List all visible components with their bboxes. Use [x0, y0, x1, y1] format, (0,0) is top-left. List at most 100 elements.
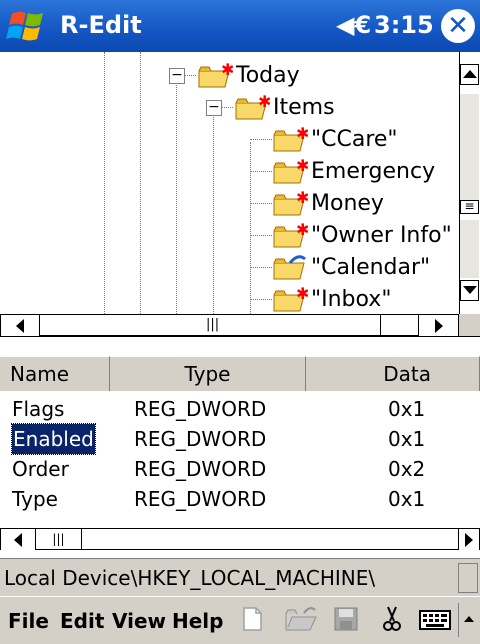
- arrow-right-icon: [465, 533, 473, 547]
- column-header-type[interactable]: Type: [110, 356, 306, 391]
- folder-icon: ✱: [235, 93, 270, 120]
- close-icon[interactable]: ✕: [441, 9, 475, 43]
- arrow-right-icon: [434, 319, 443, 333]
- tree-guide-line: [213, 114, 214, 314]
- value-list[interactable]: Flags REG_DWORD 0x1 Enabled REG_DWORD 0x…: [0, 392, 480, 528]
- scroll-left-button[interactable]: [0, 315, 40, 336]
- app-title: R-Edit: [60, 11, 142, 39]
- menu-view[interactable]: View: [112, 609, 166, 633]
- value-type: REG_DWORD: [134, 427, 267, 451]
- arrow-left-icon: [16, 319, 24, 333]
- folder-icon: ✱: [273, 221, 308, 248]
- status-box: [458, 563, 478, 593]
- scroll-right-button[interactable]: [418, 315, 459, 336]
- clock[interactable]: 3:15: [374, 11, 434, 39]
- value-name: Order: [12, 457, 69, 481]
- value-data: 0x2: [388, 457, 426, 481]
- tree-node-calendar[interactable]: "Calendar": [272, 252, 430, 282]
- value-type: REG_DWORD: [134, 457, 267, 481]
- tree-guide-line: [250, 267, 272, 268]
- arrow-up-icon: [464, 616, 474, 622]
- svg-text:✱: ✱: [221, 61, 233, 79]
- column-header-data[interactable]: Data: [306, 356, 480, 391]
- menu-edit[interactable]: Edit: [60, 609, 104, 633]
- tree-node-label: Emergency: [311, 158, 436, 184]
- value-name: Flags: [12, 397, 65, 421]
- arrow-up-icon: [462, 70, 477, 78]
- cut-icon[interactable]: [378, 605, 406, 633]
- tree-guide-line: [176, 82, 177, 314]
- value-data: 0x1: [388, 487, 426, 511]
- folder-icon: ✱: [273, 125, 308, 152]
- value-data: 0x1: [388, 427, 426, 451]
- menu-bar: File Edit View Help: [0, 596, 480, 644]
- input-panel-toggle[interactable]: [458, 603, 479, 637]
- tree-node-label: "Inbox": [311, 286, 392, 312]
- tree-node-label: Items: [273, 94, 335, 120]
- scroll-up-button[interactable]: [460, 64, 479, 85]
- arrow-left-icon: [14, 533, 22, 547]
- value-name: Enabled: [11, 423, 96, 455]
- column-header-name[interactable]: Name: [0, 356, 110, 391]
- list-horizontal-scrollbar[interactable]: |||: [0, 528, 480, 550]
- folder-icon: ✱: [273, 157, 308, 184]
- scroll-track[interactable]: [460, 94, 479, 200]
- tree-node-label: "Owner Info": [311, 222, 452, 248]
- scroll-thumb[interactable]: |||: [36, 529, 82, 549]
- table-row[interactable]: Enabled REG_DWORD 0x1: [0, 423, 480, 455]
- title-bar: R-Edit ◀€ 3:15 ✕: [0, 0, 480, 52]
- scroll-thumb[interactable]: [380, 315, 418, 335]
- calendar-folder-icon: [273, 255, 306, 280]
- tree-guide-line: [140, 52, 141, 314]
- tree-node-label: Money: [311, 190, 384, 216]
- collapse-button[interactable]: −: [206, 100, 222, 116]
- scroll-track[interactable]: [460, 220, 479, 278]
- value-type: REG_DWORD: [134, 397, 267, 421]
- menu-help[interactable]: Help: [172, 609, 223, 633]
- tree-node-ccare[interactable]: ✱ "CCare": [272, 124, 398, 154]
- tree-node-owner-info[interactable]: ✱ "Owner Info": [272, 220, 452, 250]
- save-icon[interactable]: [332, 605, 360, 633]
- tree-guide-line: [104, 52, 105, 314]
- scroll-left-button[interactable]: [0, 529, 36, 550]
- scrollbar-corner: [459, 314, 480, 336]
- tree-node-emergency[interactable]: ✱ Emergency: [272, 156, 435, 186]
- menu-file[interactable]: File: [8, 609, 49, 633]
- open-folder-icon[interactable]: [284, 605, 318, 633]
- scroll-track[interactable]: [82, 529, 458, 549]
- tree-node-today[interactable]: ✱ Today: [197, 60, 300, 90]
- tree-vertical-scrollbar[interactable]: ≡: [459, 52, 480, 314]
- scroll-thumb[interactable]: ≡: [460, 200, 479, 214]
- svg-text:✱: ✱: [296, 221, 308, 239]
- pane-splitter[interactable]: [0, 336, 480, 357]
- windows-logo-icon[interactable]: [6, 6, 50, 46]
- keyboard-icon[interactable]: [418, 605, 452, 633]
- tree-guide-line: [250, 235, 272, 236]
- svg-text:✱: ✱: [296, 157, 308, 175]
- volume-icon[interactable]: ◀€: [336, 11, 371, 39]
- table-row[interactable]: Order REG_DWORD 0x2: [0, 454, 480, 484]
- table-row[interactable]: Flags REG_DWORD 0x1: [0, 394, 480, 424]
- svg-text:✱: ✱: [296, 189, 308, 207]
- tree-node-inbox[interactable]: ✱ "Inbox": [272, 284, 391, 314]
- arrow-down-icon: [462, 286, 477, 294]
- collapse-button[interactable]: −: [169, 68, 185, 84]
- tree-guide-line: [250, 299, 272, 300]
- tree-node-label: Today: [236, 62, 300, 88]
- tree-horizontal-scrollbar[interactable]: |||: [0, 314, 459, 336]
- tree-node-items[interactable]: ✱ Items: [234, 92, 335, 122]
- folder-icon: ✱: [273, 285, 308, 312]
- tree-node-money[interactable]: ✱ Money: [272, 188, 384, 218]
- folder-icon: ✱: [273, 189, 308, 216]
- svg-text:✱: ✱: [296, 125, 308, 143]
- tree-guide-line: [250, 139, 272, 140]
- scroll-down-button[interactable]: [460, 280, 479, 301]
- tree-guide-line: [250, 142, 251, 314]
- scroll-grip: |||: [206, 317, 220, 332]
- scroll-right-button[interactable]: [458, 529, 480, 550]
- registry-tree[interactable]: − − ✱ Today ✱ Items ✱ "CCare" ✱ Emergenc…: [0, 52, 459, 314]
- table-row[interactable]: Type REG_DWORD 0x1: [0, 484, 480, 514]
- scroll-track[interactable]: |||: [40, 315, 380, 335]
- value-data: 0x1: [388, 397, 426, 421]
- new-file-icon[interactable]: [238, 605, 266, 633]
